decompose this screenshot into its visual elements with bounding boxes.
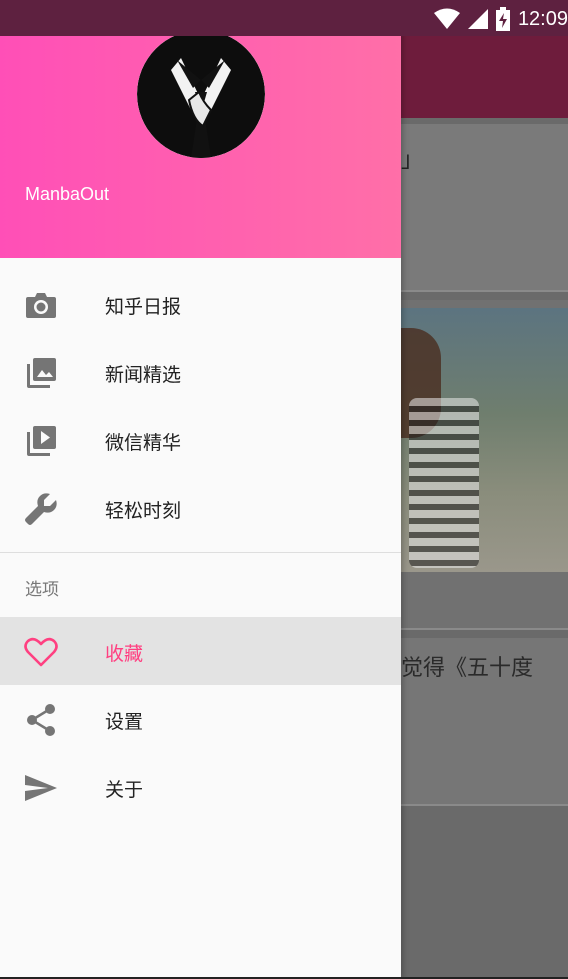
card-title-fragment: 觉得《五十度	[401, 656, 534, 681]
section-title: 选项	[25, 580, 59, 600]
menu-item-label: 设置	[105, 711, 144, 733]
heart-icon	[24, 635, 58, 669]
card-title-fragment: 」	[401, 148, 424, 173]
menu-item-label: 新闻精选	[105, 364, 182, 386]
menu-item-about[interactable]: 关于	[0, 753, 401, 821]
wifi-icon	[433, 8, 460, 29]
menu-item-label: 关于	[105, 779, 144, 801]
video-library-icon	[24, 424, 58, 458]
card-photo	[401, 308, 568, 572]
menu-item-label: 收藏	[105, 643, 144, 665]
photo-detail	[409, 398, 479, 568]
menu-item-zhihu-daily[interactable]: 知乎日报	[0, 270, 401, 338]
menu-item-label: 知乎日报	[105, 296, 182, 318]
navigation-drawer: ManbaOut 知乎日报 新闻精选 微信精华 轻松时刻 选项 收藏 设置 关于	[0, 0, 401, 979]
news-card: 」	[401, 124, 568, 292]
menu-item-settings[interactable]: 设置	[0, 685, 401, 753]
share-icon	[24, 703, 58, 737]
battery-charging-icon	[495, 7, 510, 31]
menu-item-label: 轻松时刻	[105, 500, 182, 522]
news-card: 觉得《五十度	[401, 638, 568, 806]
menu-item-relax-moment[interactable]: 轻松时刻	[0, 474, 401, 542]
menu-item-label: 微信精华	[105, 432, 182, 454]
menu-item-news-picks[interactable]: 新闻精选	[0, 338, 401, 406]
section-header-options: 选项	[0, 553, 401, 617]
drawer-header: ManbaOut	[0, 30, 401, 258]
status-time: 12:09	[517, 7, 568, 30]
wrench-icon	[24, 492, 58, 526]
menu-item-wechat-essence[interactable]: 微信精华	[0, 406, 401, 474]
menu-item-favorites[interactable]: 收藏	[0, 617, 401, 685]
photo-library-icon	[24, 356, 58, 390]
signal-icon	[467, 9, 488, 29]
send-icon	[24, 771, 58, 805]
status-bar: 12:09	[0, 0, 568, 36]
avatar-image	[137, 30, 265, 158]
avatar[interactable]	[137, 30, 265, 158]
news-card-image	[401, 300, 568, 630]
camera-icon	[24, 288, 58, 322]
drawer-menu: 知乎日报 新闻精选 微信精华 轻松时刻 选项 收藏 设置 关于	[0, 270, 401, 821]
username: ManbaOut	[25, 184, 110, 204]
